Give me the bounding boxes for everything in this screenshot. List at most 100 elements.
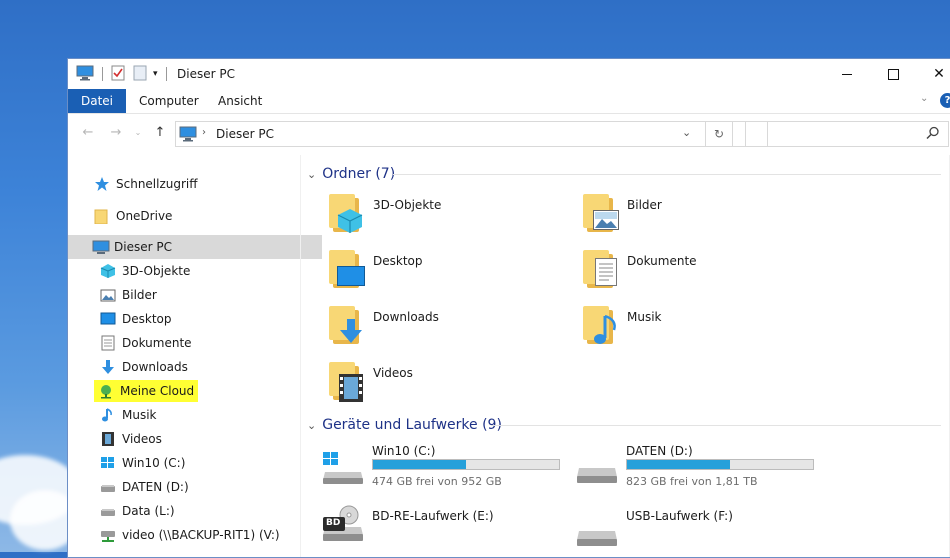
star-icon bbox=[94, 176, 110, 192]
address-bar[interactable]: › Dieser PC ⌄ bbox=[175, 121, 768, 147]
maximize-button[interactable] bbox=[870, 59, 916, 89]
drive-icon bbox=[575, 505, 619, 553]
folder-tile-desktop[interactable]: Desktop bbox=[327, 248, 567, 298]
chevron-down-icon: ⌄ bbox=[307, 418, 317, 432]
nav-item-label: video (\\BACKUP-RIT1) (V:) bbox=[122, 528, 280, 542]
customize-toolbar-icon[interactable]: ▾ bbox=[153, 69, 158, 79]
window-title: Dieser PC bbox=[177, 67, 235, 81]
picture-icon bbox=[581, 192, 625, 240]
pc-icon bbox=[92, 239, 110, 255]
nav-item-downloads[interactable]: Downloads bbox=[68, 355, 330, 379]
folder-tile-bilder[interactable]: Bilder bbox=[581, 192, 821, 242]
folder-name: Desktop bbox=[373, 254, 423, 268]
drive-tile-win10-c[interactable]: Win10 (C:) 474 GB frei von 952 GB bbox=[321, 442, 561, 492]
nav-item-label: Desktop bbox=[122, 312, 172, 326]
breadcrumb-item[interactable]: Dieser PC bbox=[216, 127, 274, 141]
properties-icon[interactable] bbox=[111, 65, 125, 84]
refresh-button[interactable]: ↻ bbox=[705, 121, 733, 147]
nav-item-videos[interactable]: Videos bbox=[68, 427, 330, 451]
arrow-right-icon: → bbox=[110, 125, 122, 140]
bd-drive-icon: BD bbox=[321, 505, 365, 553]
back-button[interactable]: ← bbox=[78, 123, 98, 143]
recent-locations-button[interactable]: ⌄ bbox=[128, 123, 148, 143]
minimize-button[interactable] bbox=[824, 59, 870, 89]
drive-name: DATEN (D:) bbox=[626, 444, 693, 458]
explorer-window: ▾ Dieser PC ✕ Datei Computer Ansicht ⌄ ?… bbox=[67, 58, 950, 558]
drive-name: USB-Laufwerk (F:) bbox=[626, 509, 733, 523]
content-pane: ⌄ Ordner (7) 3D-Objekte Bilder Desktop D… bbox=[301, 155, 950, 557]
nav-item-label: Videos bbox=[122, 432, 162, 446]
desktop-icon bbox=[327, 248, 371, 296]
nav-item-label: DATEN (D:) bbox=[122, 480, 189, 494]
nav-item-meine-cloud[interactable]: Meine Cloud bbox=[68, 379, 324, 403]
folder-icon bbox=[94, 208, 110, 225]
drive-icon bbox=[100, 503, 116, 519]
nav-item-win10-c[interactable]: Win10 (C:) bbox=[68, 451, 330, 475]
nav-item-label: Dokumente bbox=[122, 336, 192, 350]
nav-item-musik[interactable]: Musik bbox=[68, 403, 330, 427]
pc-icon[interactable] bbox=[76, 65, 94, 84]
nav-item-dokumente[interactable]: Dokumente bbox=[68, 331, 330, 355]
refresh-icon: ↻ bbox=[713, 127, 725, 141]
nav-item-data-l[interactable]: Data (L:) bbox=[68, 499, 330, 523]
nav-item-label: Win10 (C:) bbox=[122, 456, 186, 470]
nav-item-3d-objekte[interactable]: 3D-Objekte bbox=[68, 259, 330, 283]
navigation-pane: Schnellzugriff OneDrive Dieser PC 3D-Obj… bbox=[68, 155, 322, 557]
drive-name: BD-RE-Laufwerk (E:) bbox=[372, 509, 494, 523]
breadcrumb-chevron-icon[interactable]: › bbox=[202, 127, 206, 138]
close-button[interactable]: ✕ bbox=[916, 59, 950, 89]
toolbar-divider bbox=[165, 67, 167, 81]
folder-tile-videos[interactable]: Videos bbox=[327, 360, 567, 410]
new-folder-icon[interactable] bbox=[133, 65, 147, 84]
video-icon bbox=[100, 431, 116, 447]
nav-item-desktop[interactable]: Desktop bbox=[68, 307, 330, 331]
nav-item-label: Schnellzugriff bbox=[116, 177, 198, 191]
expand-ribbon-icon[interactable]: ⌄ bbox=[920, 93, 928, 104]
tab-ansicht[interactable]: Ansicht bbox=[205, 89, 275, 113]
group-divider bbox=[393, 174, 941, 175]
nav-item-schnellzugriff[interactable]: Schnellzugriff bbox=[68, 172, 324, 196]
network-drive-icon bbox=[100, 527, 116, 543]
group-header-geraete[interactable]: ⌄ Geräte und Laufwerke (9) bbox=[307, 414, 502, 436]
nav-item-label: OneDrive bbox=[116, 209, 173, 223]
document-icon bbox=[581, 248, 625, 296]
group-header-label: Ordner (7) bbox=[322, 166, 396, 182]
folder-name: Downloads bbox=[373, 310, 439, 324]
search-box[interactable] bbox=[745, 121, 949, 147]
nav-item-bilder[interactable]: Bilder bbox=[68, 283, 330, 307]
nav-item-onedrive[interactable]: OneDrive bbox=[68, 204, 324, 228]
picture-icon bbox=[100, 287, 116, 303]
folder-tile-downloads[interactable]: Downloads bbox=[327, 304, 567, 354]
address-dropdown-icon[interactable]: ⌄ bbox=[682, 126, 691, 139]
drive-tile-bd-re-e[interactable]: BD BD-RE-Laufwerk (E:) bbox=[321, 505, 561, 555]
pc-icon bbox=[179, 126, 197, 145]
folder-name: Videos bbox=[373, 366, 413, 380]
close-icon: ✕ bbox=[933, 66, 945, 82]
cube-icon bbox=[327, 192, 371, 240]
nav-item-video-v[interactable]: video (\\BACKUP-RIT1) (V:) bbox=[68, 523, 330, 547]
help-icon[interactable]: ? bbox=[940, 93, 950, 108]
drive-tile-usb-f[interactable]: USB-Laufwerk (F:) bbox=[575, 505, 815, 555]
folder-tile-3d-objekte[interactable]: 3D-Objekte bbox=[327, 192, 567, 242]
highlight-marker: Meine Cloud bbox=[94, 380, 199, 402]
drive-usage-bar bbox=[626, 459, 814, 470]
group-header-label: Geräte und Laufwerke (9) bbox=[322, 417, 502, 433]
folder-tile-musik[interactable]: Musik bbox=[581, 304, 821, 354]
nav-item-label: Downloads bbox=[122, 360, 188, 374]
tab-datei[interactable]: Datei bbox=[68, 89, 127, 113]
group-header-ordner[interactable]: ⌄ Ordner (7) bbox=[307, 163, 395, 185]
arrow-up-icon: ↑ bbox=[154, 125, 166, 140]
nav-item-daten-d[interactable]: DATEN (D:) bbox=[68, 475, 330, 499]
forward-button[interactable]: → bbox=[106, 123, 126, 143]
title-bar: ▾ Dieser PC ✕ bbox=[68, 59, 950, 89]
drive-icon bbox=[575, 442, 619, 490]
drive-tile-daten-d[interactable]: DATEN (D:) 823 GB frei von 1,81 TB bbox=[575, 442, 815, 492]
folder-tile-dokumente[interactable]: Dokumente bbox=[581, 248, 821, 298]
tab-computer[interactable]: Computer bbox=[126, 89, 212, 113]
ribbon-tabs: Datei Computer Ansicht ⌄ ? bbox=[68, 89, 950, 114]
group-divider bbox=[491, 425, 941, 426]
up-button[interactable]: ↑ bbox=[150, 123, 170, 143]
minimize-icon bbox=[842, 73, 852, 75]
nav-item-dieser-pc[interactable]: Dieser PC bbox=[68, 235, 322, 259]
cloud-drive-icon bbox=[98, 383, 114, 399]
